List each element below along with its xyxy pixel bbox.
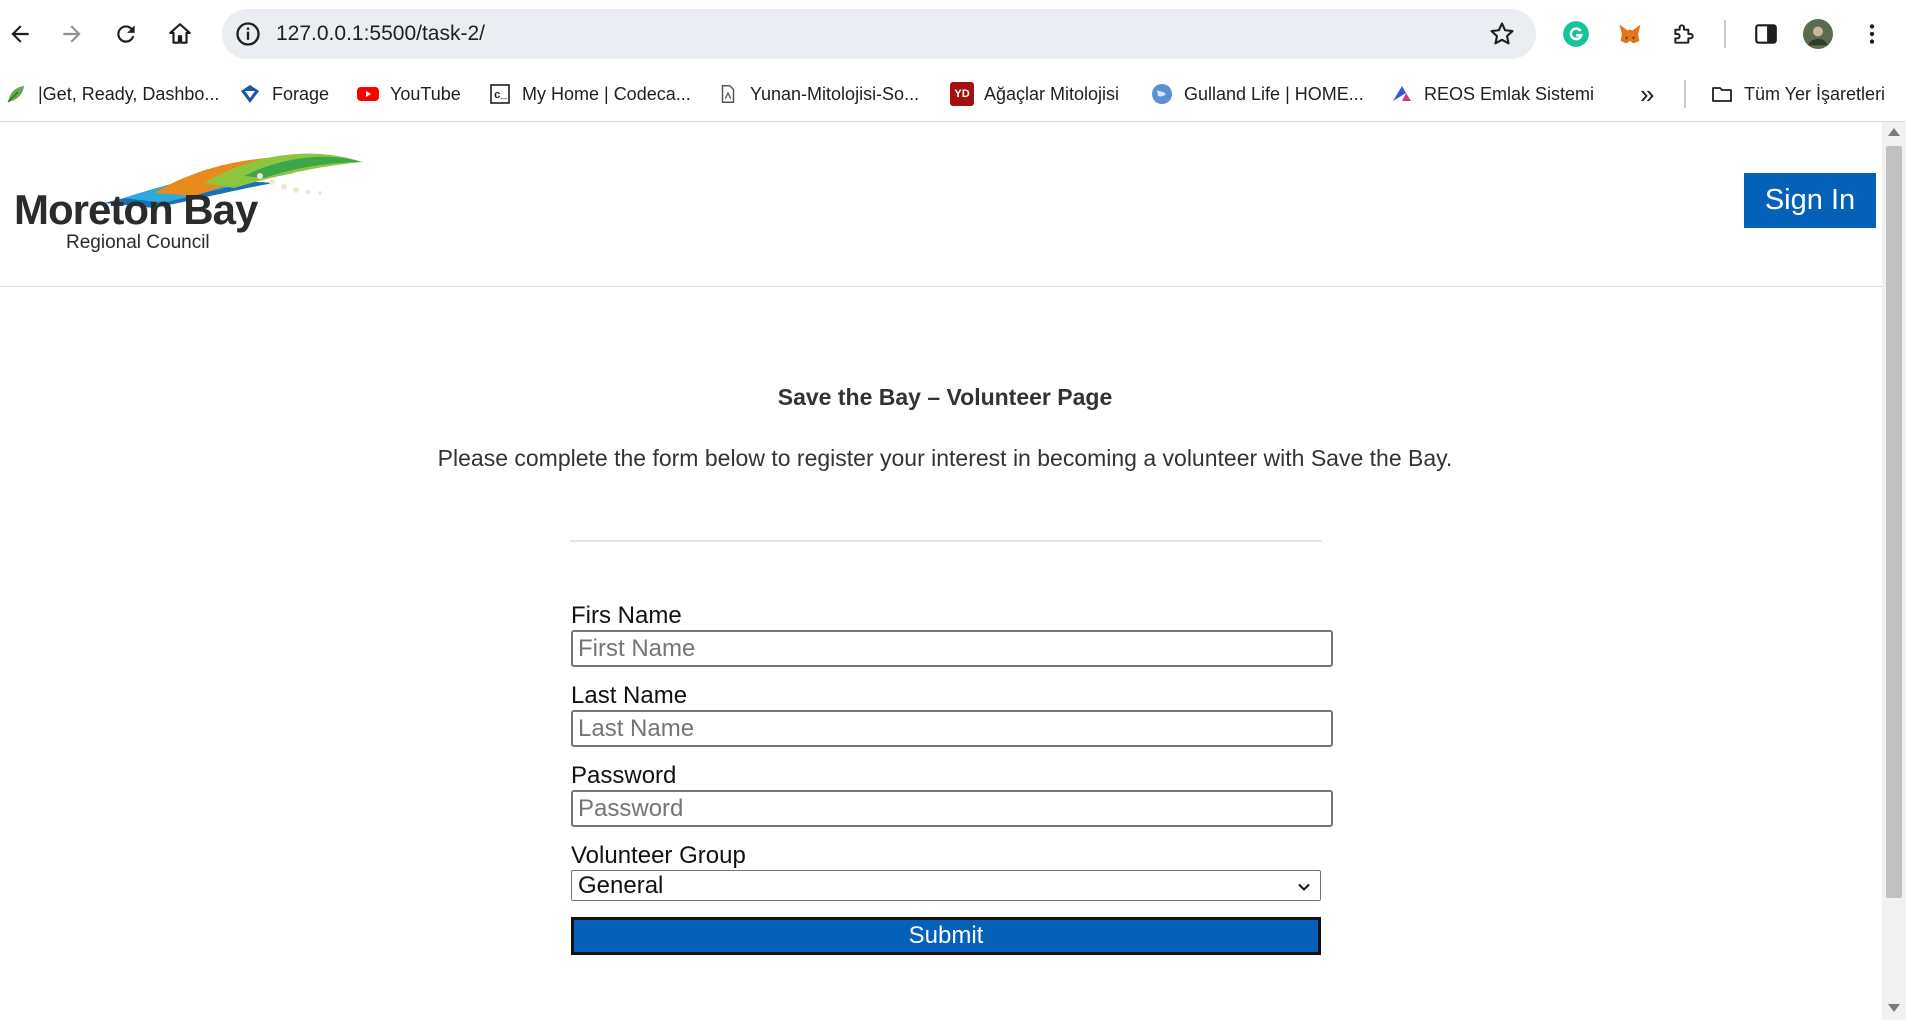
address-bar[interactable]: 127.0.0.1:5500/task-2/ [222, 9, 1536, 59]
extensions-puzzle-icon[interactable] [1668, 18, 1700, 50]
bookmark-item[interactable]: Forage [238, 76, 329, 112]
first-name-label: Firs Name [571, 602, 682, 629]
folder-icon [1710, 82, 1734, 106]
volunteer-group-selected: General [578, 871, 664, 899]
site-info-icon[interactable] [234, 20, 262, 48]
password-input[interactable] [571, 790, 1333, 827]
bookmarks-bar: |Get, Ready, Dashbo... Forage YouTube c_… [0, 74, 1906, 116]
home-icon [169, 23, 191, 44]
chevron-double-right-icon: » [1640, 78, 1655, 109]
metamask-extension-icon[interactable] [1614, 18, 1646, 50]
bookmark-label: Forage [272, 83, 330, 104]
bookmarks-divider [1684, 80, 1686, 108]
bookmark-label: My Home | Codeca... [522, 83, 691, 104]
document-icon [716, 82, 740, 106]
password-label: Password [571, 762, 677, 789]
site-header: Moreton Bay Regional Council Sign In [0, 122, 1882, 287]
youtube-icon [356, 82, 380, 106]
grammarly-extension-icon[interactable] [1560, 18, 1592, 50]
back-button[interactable] [0, 14, 40, 54]
volunteer-group-label: Volunteer Group [571, 842, 746, 869]
web-page: Moreton Bay Regional Council Sign In Sav… [0, 122, 1882, 1020]
browser-chrome: 127.0.0.1:5500/task-2/ |Get, Ready, Dash… [0, 0, 1906, 122]
side-panel-icon[interactable] [1750, 18, 1782, 50]
reload-icon [117, 25, 135, 43]
chevron-down-icon [1298, 883, 1310, 891]
bookmark-label: REOS Emlak Sistemi [1424, 83, 1595, 104]
bookmark-item[interactable]: YouTube [356, 76, 461, 112]
bookmark-item[interactable]: c_ My Home | Codeca... [488, 76, 691, 112]
last-name-label: Last Name [571, 682, 688, 709]
last-name-input[interactable] [571, 710, 1333, 747]
bookmark-label: Tüm Yer İşaretleri [1744, 83, 1886, 104]
bookmark-label: Yunan-Mitolojisi-So... [750, 83, 920, 104]
logo-subtitle: Regional Council [66, 232, 210, 253]
bookmark-item[interactable]: REOS Emlak Sistemi [1390, 76, 1594, 112]
volunteer-group-select[interactable]: General [571, 870, 1321, 901]
forage-icon [238, 82, 262, 106]
bookmark-label: |Get, Ready, Dashbo... [38, 83, 220, 104]
home-button[interactable] [160, 14, 200, 54]
sign-in-button[interactable]: Sign In [1744, 173, 1876, 228]
section-divider [570, 540, 1322, 542]
scroll-up-arrow-icon[interactable] [1888, 128, 1900, 136]
globe-icon [1150, 82, 1174, 106]
moreton-bay-logo[interactable]: Moreton Bay Regional Council [14, 148, 362, 253]
intro-text: Please complete the form below to regist… [437, 445, 1453, 471]
page-scrollbar[interactable] [1882, 122, 1906, 1020]
submit-button[interactable]: Submit [571, 917, 1321, 955]
bookmark-item[interactable]: YD Ağaçlar Mitolojisi [950, 76, 1119, 112]
svg-text:c_: c_ [494, 90, 508, 102]
bookmark-label: Ağaçlar Mitolojisi [984, 83, 1120, 104]
leaf-icon [4, 82, 28, 106]
bookmark-star-icon[interactable] [1488, 20, 1516, 48]
profile-avatar[interactable] [1802, 18, 1834, 50]
reload-button[interactable] [106, 14, 146, 54]
codecademy-icon: c_ [488, 82, 512, 106]
bookmark-item[interactable]: Yunan-Mitolojisi-So... [716, 76, 919, 112]
forward-arrow-icon [63, 25, 81, 43]
reos-icon [1390, 82, 1414, 106]
bookmark-label: YouTube [390, 83, 461, 104]
logo-title: Moreton Bay [14, 186, 258, 233]
first-name-input[interactable] [571, 630, 1333, 667]
scrollbar-thumb[interactable] [1886, 146, 1902, 898]
bookmark-item[interactable]: |Get, Ready, Dashbo... [4, 76, 219, 112]
chrome-menu-icon[interactable] [1856, 18, 1888, 50]
bookmark-item[interactable]: Gulland Life | HOME... [1150, 76, 1364, 112]
more-bookmarks-button[interactable]: » [1640, 76, 1654, 112]
yd-icon: YD [950, 82, 974, 106]
url-text[interactable]: 127.0.0.1:5500/task-2/ [276, 22, 485, 46]
forward-button[interactable] [52, 14, 92, 54]
back-arrow-icon [11, 25, 29, 43]
bookmark-label: Gulland Life | HOME... [1184, 83, 1364, 104]
browser-toolbar: 127.0.0.1:5500/task-2/ [0, 0, 1906, 68]
all-bookmarks-folder[interactable]: Tüm Yer İşaretleri [1710, 76, 1885, 112]
scroll-down-arrow-icon[interactable] [1888, 1004, 1900, 1012]
page-title: Save the Bay – Volunteer Page [777, 384, 1113, 410]
toolbar-divider [1724, 20, 1726, 48]
